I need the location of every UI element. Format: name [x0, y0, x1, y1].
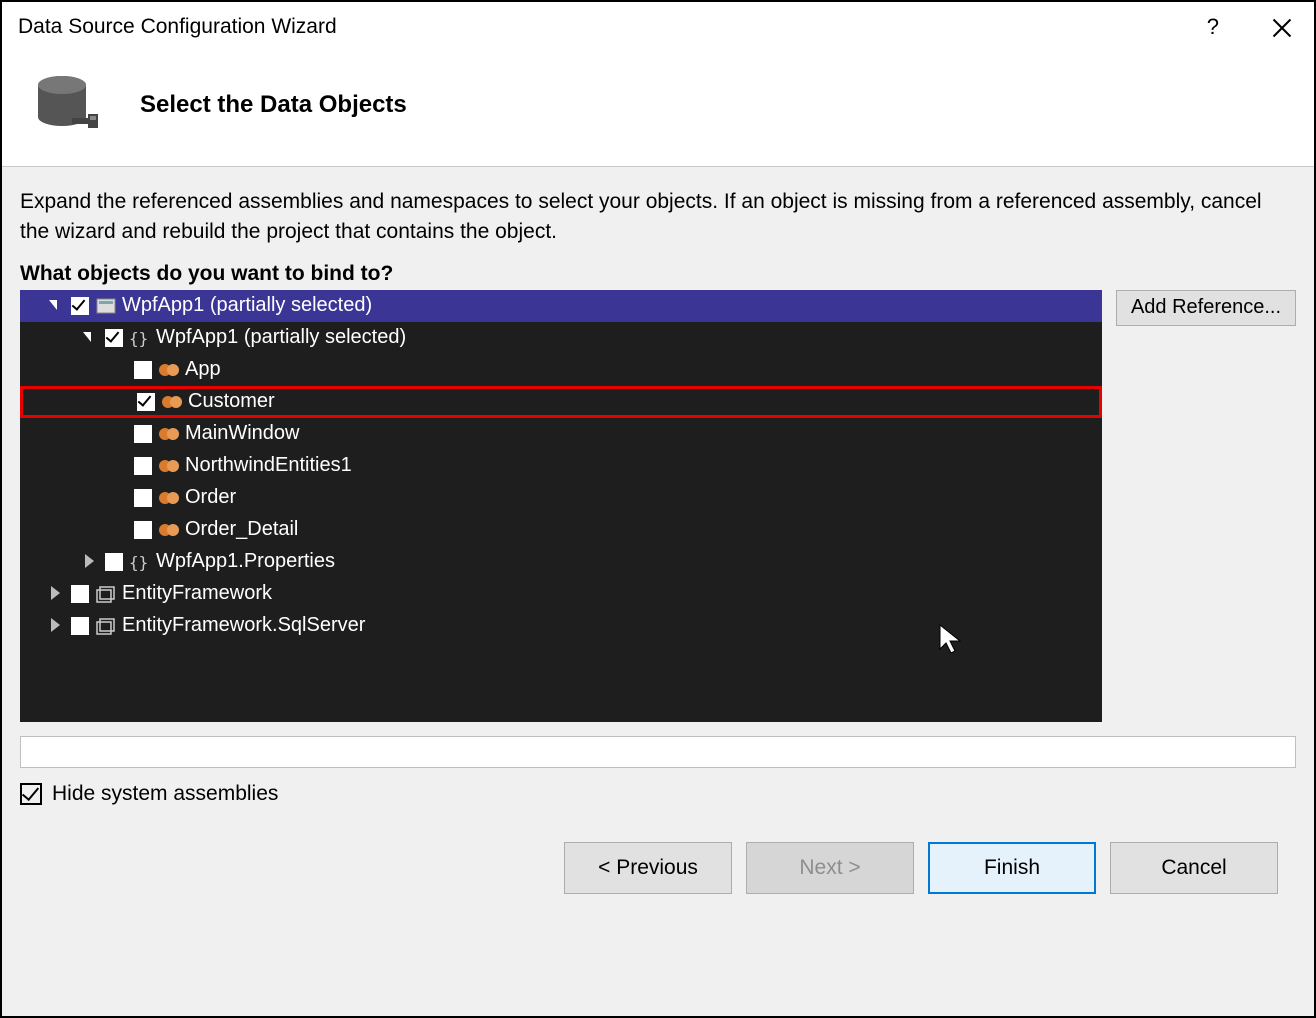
tree-node-class[interactable]: MainWindow	[20, 418, 1102, 450]
checkbox[interactable]	[71, 617, 89, 635]
checkbox[interactable]	[71, 297, 89, 315]
window-title: Data Source Configuration Wizard	[18, 15, 337, 39]
database-icon	[34, 70, 106, 140]
assembly-stack-icon	[95, 584, 117, 604]
tree-node-class[interactable]: Order	[20, 482, 1102, 514]
tree-label: Customer	[186, 390, 275, 413]
class-icon	[158, 456, 180, 476]
tree-node-class[interactable]: App	[20, 354, 1102, 386]
expand-icon[interactable]	[81, 553, 99, 571]
tree-label: Order	[183, 486, 236, 509]
svg-text:{}: {}	[129, 329, 148, 348]
previous-button[interactable]: < Previous	[564, 842, 732, 894]
tree-node-class[interactable]: Order_Detail	[20, 514, 1102, 546]
svg-text:{}: {}	[129, 553, 148, 572]
checkbox[interactable]	[105, 553, 123, 571]
help-icon[interactable]: ?	[1207, 14, 1219, 40]
checkbox[interactable]	[71, 585, 89, 603]
tree-node-customer-highlighted[interactable]: Customer	[20, 386, 1102, 418]
cancel-button[interactable]: Cancel	[1110, 842, 1278, 894]
checkbox[interactable]	[134, 425, 152, 443]
tree-label: WpfApp1 (partially selected)	[154, 326, 406, 349]
wizard-header: Select the Data Objects	[2, 52, 1314, 166]
class-icon	[158, 424, 180, 444]
expand-icon[interactable]	[47, 585, 65, 603]
finish-button[interactable]: Finish	[928, 842, 1096, 894]
tree-node-properties[interactable]: {} WpfApp1.Properties	[20, 546, 1102, 578]
hide-label: Hide system assemblies	[52, 782, 278, 806]
assembly-stack-icon	[95, 616, 117, 636]
checkbox[interactable]	[134, 457, 152, 475]
tree-node-namespace[interactable]: {} WpfApp1 (partially selected)	[20, 322, 1102, 354]
tree-label: App	[183, 358, 221, 381]
tree-label: NorthwindEntities1	[183, 454, 352, 477]
title-bar: Data Source Configuration Wizard ?	[2, 2, 1314, 52]
tree-label: WpfApp1 (partially selected)	[120, 294, 372, 317]
tree-node-class[interactable]: NorthwindEntities1	[20, 450, 1102, 482]
object-tree[interactable]: WpfApp1 (partially selected) {} WpfApp1 …	[20, 290, 1102, 722]
namespace-icon: {}	[129, 552, 151, 572]
checkbox[interactable]	[134, 489, 152, 507]
tree-label: EntityFramework.SqlServer	[120, 614, 365, 637]
hide-system-assemblies-checkbox[interactable]: Hide system assemblies	[20, 782, 1296, 806]
step-title: Select the Data Objects	[140, 91, 407, 119]
content-area: Expand the referenced assemblies and nam…	[2, 166, 1314, 1016]
assembly-icon	[95, 296, 117, 316]
next-button: Next >	[746, 842, 914, 894]
class-icon	[161, 392, 183, 412]
expand-icon[interactable]	[47, 617, 65, 635]
window-controls: ?	[1207, 14, 1298, 40]
namespace-icon: {}	[129, 328, 151, 348]
tree-node-efsql[interactable]: EntityFramework.SqlServer	[20, 610, 1102, 642]
tree-node-root[interactable]: WpfApp1 (partially selected)	[20, 290, 1102, 322]
tree-label: Order_Detail	[183, 518, 298, 541]
checkbox[interactable]	[105, 329, 123, 347]
checkbox[interactable]	[137, 393, 155, 411]
status-bar	[20, 736, 1296, 768]
checkbox[interactable]	[134, 361, 152, 379]
wizard-buttons: < Previous Next > Finish Cancel	[20, 806, 1296, 912]
tree-label: MainWindow	[183, 422, 299, 445]
class-icon	[158, 360, 180, 380]
tree-node-ef[interactable]: EntityFramework	[20, 578, 1102, 610]
add-reference-button[interactable]: Add Reference...	[1116, 290, 1296, 326]
close-icon[interactable]	[1273, 18, 1292, 37]
class-icon	[158, 488, 180, 508]
instruction-text: Expand the referenced assemblies and nam…	[20, 187, 1296, 248]
tree-label: WpfApp1.Properties	[154, 550, 335, 573]
tree-label: EntityFramework	[120, 582, 272, 605]
expand-icon[interactable]	[47, 297, 65, 315]
class-icon	[158, 520, 180, 540]
expand-icon[interactable]	[81, 329, 99, 347]
checkbox[interactable]	[20, 783, 42, 805]
prompt-text: What objects do you want to bind to?	[20, 262, 1296, 286]
checkbox[interactable]	[134, 521, 152, 539]
